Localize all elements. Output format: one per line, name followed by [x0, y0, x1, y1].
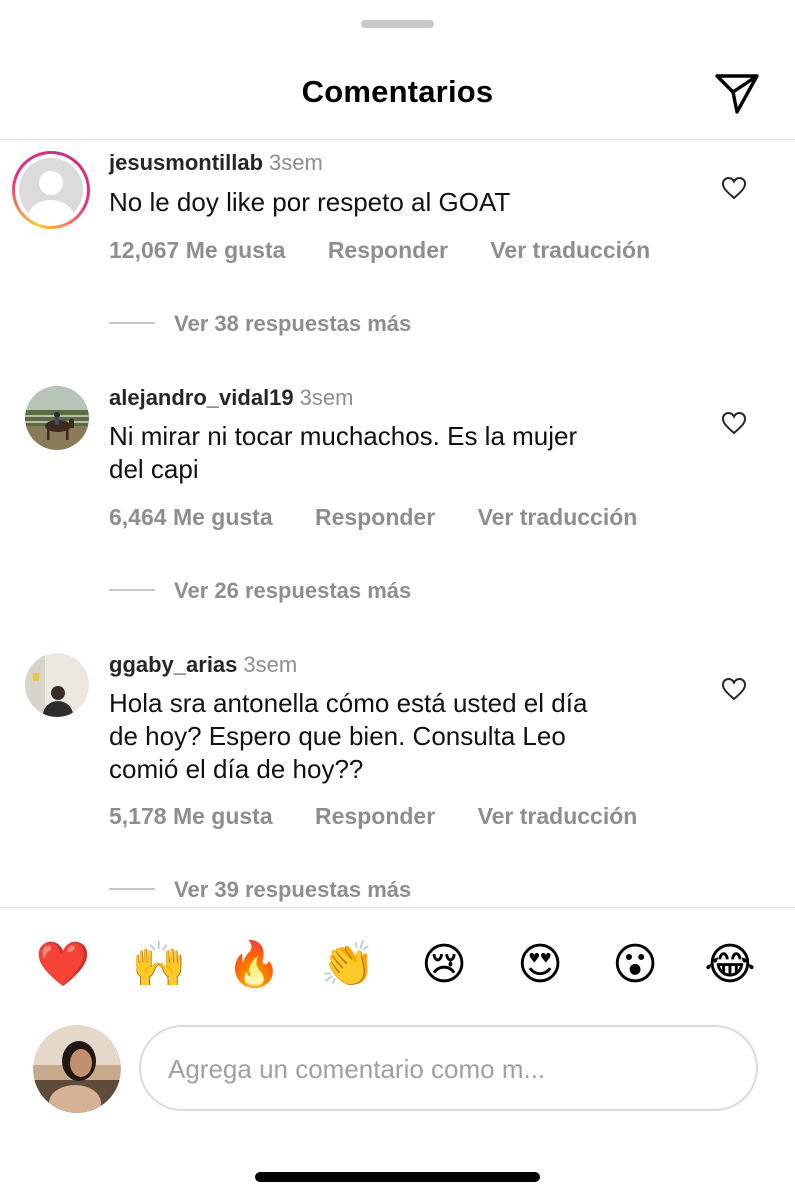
translate-button[interactable]: Ver traducción: [478, 803, 638, 830]
comment-username[interactable]: jesusmontillab 3sem: [109, 150, 323, 176]
home-indicator: [255, 1172, 540, 1182]
replies-line: [109, 888, 155, 891]
page-title: Comentarios: [301, 74, 494, 109]
send-icon[interactable]: [713, 72, 761, 116]
avatar-story-ring[interactable]: [12, 151, 90, 229]
emoji-heart[interactable]: ❤️: [35, 940, 91, 990]
translate-button[interactable]: Ver traducción: [490, 237, 650, 264]
emoji-raising-hands[interactable]: 🙌: [131, 940, 187, 990]
emoji-crying[interactable]: 😢: [416, 940, 472, 990]
heart-icon[interactable]: [721, 677, 747, 701]
heart-icon[interactable]: [721, 411, 747, 435]
header-divider: [0, 139, 795, 140]
default-avatar-icon: [19, 158, 83, 222]
comment-username[interactable]: ggaby_arias 3sem: [109, 652, 297, 678]
reply-button[interactable]: Responder: [328, 237, 448, 264]
reply-button[interactable]: Responder: [315, 803, 435, 830]
comment-text: Hola sra antonella cómo está usted el dí…: [109, 688, 588, 784]
avatar[interactable]: [25, 653, 89, 717]
heart-icon[interactable]: [721, 176, 747, 200]
emoji-clapping[interactable]: 👏: [320, 940, 376, 990]
comment-input[interactable]: [166, 1027, 730, 1111]
comment-time: 3sem: [299, 385, 354, 410]
sheet-grab-handle[interactable]: [361, 20, 434, 28]
view-replies-button[interactable]: Ver 39 respuestas más: [109, 877, 411, 903]
replies-line: [109, 322, 155, 325]
reply-button[interactable]: Responder: [315, 504, 435, 531]
emoji-fire[interactable]: 🔥: [226, 940, 282, 990]
translate-button[interactable]: Ver traducción: [478, 504, 638, 531]
emoji-tears-of-joy[interactable]: 😂: [702, 940, 758, 990]
comment-meta: 6,464 Me gusta Responder Ver traducción: [109, 504, 637, 531]
comment-time: 3sem: [269, 150, 323, 175]
comment-text: No le doy like por respeto al GOAT: [109, 187, 511, 217]
emoji-heart-eyes[interactable]: 😍: [512, 940, 568, 990]
likes-count[interactable]: 5,178 Me gusta: [109, 803, 273, 830]
avatar[interactable]: [25, 386, 89, 450]
likes-count[interactable]: 12,067 Me gusta: [109, 237, 285, 264]
comment-input-container[interactable]: [139, 1025, 758, 1111]
likes-count[interactable]: 6,464 Me gusta: [109, 504, 273, 531]
comment-time: 3sem: [243, 652, 298, 677]
view-replies-button[interactable]: Ver 26 respuestas más: [109, 578, 411, 604]
view-replies-button[interactable]: Ver 38 respuestas más: [109, 311, 411, 337]
emoji-surprised[interactable]: 😮: [607, 940, 663, 990]
current-user-avatar: [33, 1025, 121, 1113]
comment-username[interactable]: alejandro_vidal19 3sem: [109, 385, 353, 411]
replies-line: [109, 589, 155, 592]
comment-text: Ni mirar ni tocar muchachos. Es la mujer…: [109, 421, 578, 484]
comment-meta: 5,178 Me gusta Responder Ver traducción: [109, 803, 637, 830]
emoji-bar-divider: [0, 907, 795, 908]
comment-meta: 12,067 Me gusta Responder Ver traducción: [109, 237, 650, 264]
